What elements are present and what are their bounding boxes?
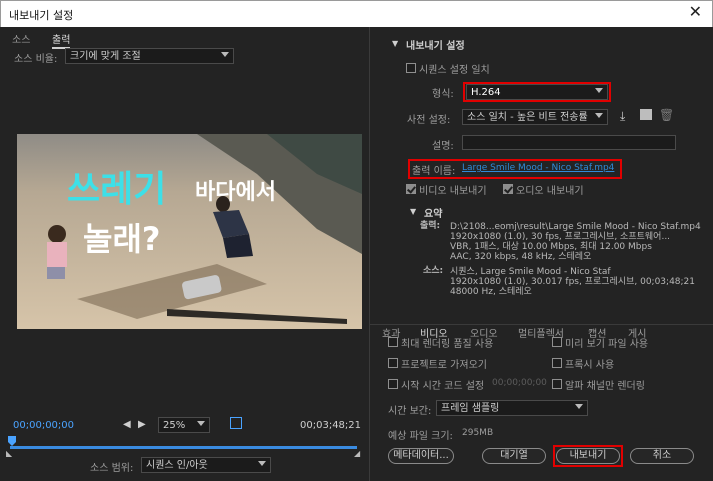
set-in-point-icon[interactable]: ◀ (123, 419, 131, 430)
close-icon[interactable]: ✕ (689, 4, 702, 20)
output-name-link[interactable]: Large Smile Mood - Nico Staf.mp4 (462, 163, 614, 173)
video-caption-line2: 놀래? (83, 220, 161, 258)
duration-timecode: 00;03;48;21 (300, 420, 362, 431)
cancel-button[interactable]: 취소 (630, 448, 694, 464)
title-bar: 내보내기 설정 ✕ (0, 0, 713, 27)
export-button[interactable]: 내보내기 (556, 448, 620, 464)
chevron-down-icon (575, 404, 583, 409)
preset-label: 사전 설정: (407, 115, 451, 126)
output-name-label: 출력 이름: (412, 166, 456, 177)
use-previews-checkbox[interactable] (552, 337, 562, 347)
format-value: H.264 (471, 87, 501, 98)
time-interpolation-dropdown[interactable]: 프레임 샘플링 (436, 400, 588, 416)
metadata-button[interactable]: 메타데이터... (388, 448, 454, 464)
max-render-quality-label: 최대 렌더링 품질 사용 (401, 339, 494, 350)
queue-button[interactable]: 대기열 (482, 448, 546, 464)
summary-title: 요약 (424, 209, 443, 220)
summary-output-line: AAC, 320 kbps, 48 kHz, 스테레오 (450, 252, 592, 262)
match-sequence-checkbox[interactable] (406, 63, 416, 73)
in-marker-icon[interactable]: ◣ (6, 449, 12, 458)
preset-value: 소스 일치 - 높은 비트 전송률 (467, 112, 588, 123)
zoom-dropdown[interactable]: 25% (158, 417, 210, 433)
chevron-down-icon (595, 113, 603, 118)
use-previews-label: 미리 보기 파일 사용 (565, 339, 649, 350)
delete-preset-icon[interactable]: 🗑 (659, 108, 674, 122)
format-label: 형식: (432, 89, 454, 100)
use-proxies-checkbox[interactable] (552, 358, 562, 368)
source-range-dropdown[interactable]: 시퀀스 인/아웃 (141, 457, 271, 473)
time-interpolation-label: 시간 보간: (388, 406, 432, 417)
summary-output-label: 출력: (420, 221, 441, 231)
summary-source-line: 48000 Hz, 스테레오 (450, 287, 532, 297)
chevron-down-icon (197, 421, 205, 426)
window-title: 내보내기 설정 (9, 9, 74, 22)
export-settings-panel: ▼ 내보내기 설정 시퀀스 설정 일치 형식: H.264 사전 설정: 소스 … (369, 27, 713, 481)
out-marker-icon[interactable]: ◢ (354, 449, 360, 458)
timeline-area: 00;00;00;00 ◀ ▶ 25% 00;03;48;21 ◣ ◢ 소스 범… (0, 410, 369, 481)
export-audio-label: 오디오 내보내기 (516, 186, 584, 197)
source-scaling-value: 크기에 맞게 조절 (70, 51, 141, 62)
use-proxies-label: 프록시 사용 (565, 360, 615, 371)
export-audio-checkbox[interactable] (503, 184, 513, 194)
import-into-project-checkbox[interactable] (388, 358, 398, 368)
save-preset-icon[interactable]: ⤓ (620, 109, 625, 124)
tab-source[interactable]: 소스 (12, 31, 30, 46)
import-into-project-label: 프로젝트로 가져오기 (401, 360, 487, 371)
video-caption-line1: 쓰레기 (67, 169, 167, 210)
estimated-size-label: 예상 파일 크기: (388, 431, 453, 442)
video-preview: 쓰레기 바다에서 놀래? (17, 134, 362, 329)
source-range-label: 소스 범위: (90, 463, 134, 474)
start-timecode-value[interactable]: 00;00;00;00 (492, 378, 547, 388)
comments-field[interactable] (462, 135, 676, 150)
format-dropdown[interactable]: H.264 (466, 84, 608, 100)
chevron-down-icon (221, 52, 229, 57)
current-timecode[interactable]: 00;00;00;00 (13, 420, 74, 431)
export-video-checkbox[interactable] (406, 184, 416, 194)
aspect-ratio-icon[interactable] (230, 417, 242, 429)
import-preset-icon[interactable] (640, 109, 652, 120)
start-timecode-label: 시작 시간 코드 설정 (401, 381, 485, 392)
zoom-value: 25% (163, 420, 186, 431)
export-settings-title: 내보내기 설정 (406, 41, 465, 52)
chevron-down-icon (595, 88, 603, 93)
source-scaling-dropdown[interactable]: 크기에 맞게 조절 (65, 48, 234, 64)
summary-source-label: 소스: (423, 266, 444, 276)
max-render-quality-checkbox[interactable] (388, 337, 398, 347)
time-interpolation-value: 프레임 샘플링 (441, 403, 500, 414)
comments-label: 설명: (432, 141, 454, 152)
playhead-icon[interactable] (8, 436, 16, 446)
start-timecode-checkbox[interactable] (388, 379, 398, 389)
render-alpha-only-checkbox[interactable] (552, 379, 562, 389)
match-sequence-label: 시퀀스 설정 일치 (419, 65, 490, 76)
set-out-point-icon[interactable]: ▶ (138, 419, 146, 430)
chevron-down-icon (258, 461, 266, 466)
export-video-label: 비디오 내보내기 (419, 186, 487, 197)
preset-dropdown[interactable]: 소스 일치 - 높은 비트 전송률 (462, 109, 608, 125)
source-range-value: 시퀀스 인/아웃 (146, 460, 208, 471)
render-alpha-only-label: 알파 채널만 렌더링 (565, 381, 645, 392)
video-caption-line1b: 바다에서 (195, 180, 276, 205)
summary-collapse-icon[interactable]: ▼ (410, 207, 416, 216)
tab-output[interactable]: 출력 (52, 31, 71, 49)
collapse-icon[interactable]: ▼ (392, 39, 398, 48)
source-scaling-label: 소스 비율: (14, 54, 58, 65)
estimated-size-value: 295MB (462, 428, 494, 438)
timeline-bar[interactable] (10, 446, 357, 449)
